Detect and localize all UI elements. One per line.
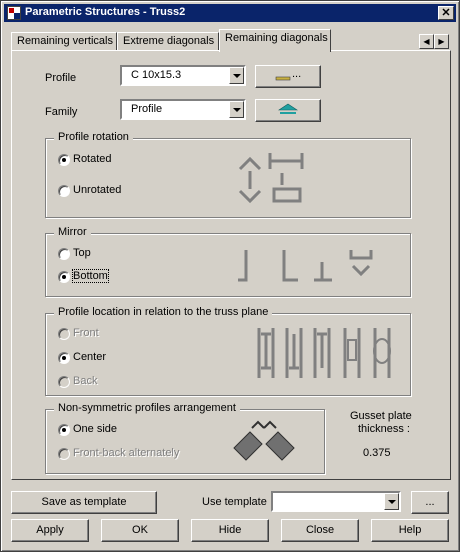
gusset-thickness-value[interactable]: 0.375 — [363, 447, 391, 459]
tab-label: Remaining diagonals — [225, 32, 328, 44]
profile-location-group: Profile location in relation to the trus… — [45, 306, 411, 396]
rotated-label: Rotated — [73, 153, 112, 165]
mirror-group: Mirror Top Bottom — [45, 226, 411, 297]
radio-dot — [58, 248, 70, 260]
profile-browse-button[interactable]: ... — [255, 65, 321, 88]
close-window-button[interactable]: ✕ — [438, 6, 454, 20]
mirror-bottom-label: Bottom — [72, 269, 109, 283]
family-combo[interactable]: Profile — [120, 99, 246, 120]
use-template-label: Use template — [202, 496, 267, 508]
chevron-down-icon[interactable] — [229, 67, 244, 84]
location-illustration-icon — [257, 328, 391, 378]
family-value: Profile — [131, 103, 163, 115]
front-back-label: Front-back alternately — [73, 447, 180, 459]
location-front-label: Front — [73, 327, 99, 339]
family-label: Family — [45, 106, 78, 118]
radio-dot — [58, 424, 70, 436]
mirror-top-label: Top — [73, 247, 91, 259]
radio-dot — [58, 448, 70, 460]
profile-rotation-title: Profile rotation — [54, 131, 133, 143]
window-title: Parametric Structures - Truss2 — [25, 6, 186, 18]
unrotated-label: Unrotated — [73, 184, 122, 196]
help-button[interactable]: Help — [371, 519, 449, 542]
radio-dot — [58, 328, 70, 340]
close-button[interactable]: Close — [281, 519, 359, 542]
app-icon — [7, 6, 21, 20]
gusset-label-line1: Gusset plate — [350, 410, 412, 422]
save-as-template-button[interactable]: Save as template — [11, 491, 157, 514]
tab-scroll-right-button[interactable]: ▶ — [434, 34, 449, 49]
title-bar[interactable]: Parametric Structures - Truss2 ✕ — [4, 4, 456, 22]
tab-extreme-diagonals[interactable]: Extreme diagonals — [117, 32, 219, 51]
dialog-window: Parametric Structures - Truss2 ✕ Remaini… — [0, 0, 460, 552]
family-library-icon — [278, 103, 298, 114]
gusset-label-line2: thickness : — [358, 423, 410, 435]
tab-remaining-verticals[interactable]: Remaining verticals — [11, 32, 117, 51]
use-template-combo[interactable] — [271, 491, 401, 512]
family-button[interactable] — [255, 99, 321, 122]
tab-label: Remaining verticals — [17, 35, 113, 47]
profile-rotation-group: Profile rotation Rotated Unrotated — [45, 131, 411, 218]
mirror-title: Mirror — [54, 226, 91, 238]
radio-dot — [58, 271, 70, 283]
profile-shape-icon — [275, 76, 291, 81]
one-side-label: One side — [73, 423, 118, 435]
profile-label: Profile — [45, 72, 77, 84]
nonsymmetric-title: Non-symmetric profiles arrangement — [54, 402, 240, 414]
radio-dot — [58, 185, 70, 197]
tab-page: Profile C 10x15.3 ... Family Profile Pro… — [11, 50, 451, 480]
tab-scroll-left-button[interactable]: ◀ — [419, 34, 434, 49]
tab-remaining-diagonals[interactable]: Remaining diagonals — [219, 29, 331, 52]
template-browse-button[interactable]: ... — [411, 491, 449, 514]
profile-browse-label: ... — [292, 68, 302, 80]
mirror-illustration-icon — [238, 250, 373, 282]
radio-dot — [58, 154, 70, 166]
apply-button[interactable]: Apply — [11, 519, 89, 542]
chevron-down-icon[interactable] — [384, 493, 399, 510]
ok-button[interactable]: OK — [101, 519, 179, 542]
tab-label: Extreme diagonals — [123, 35, 215, 47]
location-back-label: Back — [73, 375, 98, 387]
radio-dot — [58, 376, 70, 388]
profile-location-title: Profile location in relation to the trus… — [54, 306, 273, 318]
location-center-label: Center — [73, 351, 107, 363]
profile-combo[interactable]: C 10x15.3 — [120, 65, 246, 86]
hide-button[interactable]: Hide — [191, 519, 269, 542]
radio-dot — [58, 352, 70, 364]
rotation-illustration-icon — [238, 153, 304, 204]
arrangement-illustration-icon — [233, 420, 295, 461]
profile-value: C 10x15.3 — [131, 69, 182, 81]
nonsymmetric-group: Non-symmetric profiles arrangement One s… — [45, 402, 325, 474]
chevron-down-icon[interactable] — [229, 101, 244, 118]
